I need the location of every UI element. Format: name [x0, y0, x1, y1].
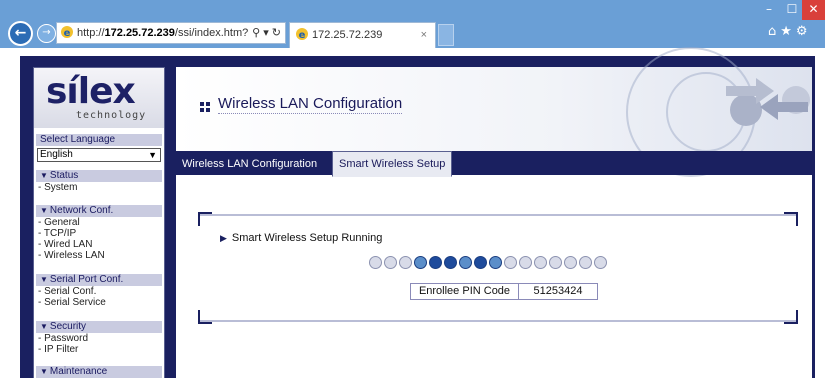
new-tab-button[interactable] — [438, 24, 454, 46]
search-icon[interactable]: ⚲ — [252, 27, 260, 39]
back-button[interactable]: ← — [8, 21, 33, 46]
triangle-down-icon: ▼ — [40, 367, 48, 376]
pin-code-label: Enrollee PIN Code — [411, 284, 519, 299]
progress-dot — [414, 256, 427, 269]
progress-dot — [459, 256, 472, 269]
sidebar-item-serial-conf[interactable]: - Serial Conf. — [38, 286, 96, 297]
tab-bar: Wireless LAN Configuration Smart Wireles… — [176, 151, 812, 177]
triangle-down-icon: ▼ — [40, 206, 48, 215]
sidebar-section-serial[interactable]: ▼ Serial Port Conf. — [36, 274, 162, 286]
ie-icon: e — [61, 26, 73, 39]
title-bullet-icon — [200, 102, 211, 113]
sidebar-item-system[interactable]: - System — [38, 182, 77, 193]
browser-tab[interactable]: e 172.25.72.239 × — [289, 22, 436, 48]
section-title: Network Conf. — [49, 205, 114, 216]
svg-text:e: e — [299, 30, 306, 41]
sidebar: sílex technology Select Language English… — [33, 67, 165, 378]
chevron-down-icon: ▼ — [148, 150, 157, 160]
progress-dot — [489, 256, 502, 269]
tab-smart-wireless-setup[interactable]: Smart Wireless Setup — [332, 151, 453, 177]
language-select[interactable]: English ▼ — [37, 148, 161, 162]
close-tab-icon[interactable]: × — [421, 23, 427, 47]
sidebar-item-password[interactable]: - Password — [38, 333, 88, 344]
section-title: Security — [49, 321, 87, 332]
section-title: Maintenance — [49, 366, 108, 377]
triangle-down-icon: ▼ — [40, 275, 48, 284]
progress-dot — [429, 256, 442, 269]
section-title: Status — [49, 170, 79, 181]
divider — [198, 320, 798, 322]
tab-title: 172.25.72.239 — [312, 29, 383, 41]
progress-dot — [399, 256, 412, 269]
select-language-heading: Select Language — [36, 134, 162, 146]
status-text: Smart Wireless Setup Running — [231, 232, 383, 244]
corner-bracket — [784, 310, 798, 324]
sidebar-item-wired-lan[interactable]: - Wired LAN — [38, 239, 92, 250]
corner-bracket — [198, 212, 212, 226]
divider — [198, 214, 798, 216]
logo-subtext: technology — [76, 110, 147, 121]
progress-dots — [369, 256, 609, 270]
logo-text: sílex — [46, 71, 136, 112]
progress-dot — [594, 256, 607, 269]
progress-dot — [564, 256, 577, 269]
address-bar[interactable]: e http://172.25.72.239/ssi/index.htm?pa … — [56, 22, 286, 44]
svg-text:e: e — [64, 28, 71, 39]
toolbar-icons[interactable]: ⌂★⚙ — [768, 24, 812, 39]
tab-wireless-lan-configuration[interactable]: Wireless LAN Configuration — [176, 153, 323, 175]
sidebar-item-serial-service[interactable]: - Serial Service — [38, 297, 106, 308]
sidebar-section-status[interactable]: ▼ Status — [36, 170, 162, 182]
language-value: English — [40, 149, 73, 160]
section-title: Serial Port Conf. — [49, 274, 124, 285]
progress-dot — [444, 256, 457, 269]
url-path: /ssi/index.htm?pa — [174, 27, 261, 39]
url-host: 172.25.72.239 — [104, 27, 175, 39]
wireless-arrows-graphic — [726, 78, 810, 126]
triangle-down-icon: ▼ — [40, 322, 48, 331]
progress-dot — [579, 256, 592, 269]
sidebar-item-ip-filter[interactable]: - IP Filter — [38, 344, 78, 355]
corner-bracket — [784, 212, 798, 226]
progress-dot — [369, 256, 382, 269]
sidebar-item-wireless-lan[interactable]: - Wireless LAN — [38, 250, 105, 261]
page-title: Wireless LAN Configuration — [218, 95, 403, 114]
arrow-left-icon: ← — [14, 25, 27, 41]
pin-code-table: Enrollee PIN Code 51253424 — [410, 283, 598, 300]
sidebar-section-network[interactable]: ▼ Network Conf. — [36, 205, 162, 217]
progress-dot — [549, 256, 562, 269]
address-tools: ⚲ ▾ ↻ — [249, 23, 281, 43]
main-content: Wireless LAN Configuration Wireless LAN … — [176, 47, 812, 378]
url-prefix: http:// — [77, 27, 105, 39]
browser-chrome: – ☐ ✕ ← → e http://172.25.72.239/ssi/ind… — [0, 0, 825, 48]
forward-button[interactable]: → — [37, 24, 56, 43]
status-message: ▶ Smart Wireless Setup Running — [220, 232, 382, 244]
close-window-button[interactable]: ✕ — [802, 0, 825, 20]
silex-logo: sílex technology — [34, 68, 164, 128]
pin-code-value: 51253424 — [533, 285, 583, 297]
maximize-button[interactable]: ☐ — [782, 0, 802, 20]
progress-dot — [534, 256, 547, 269]
header-banner: Wireless LAN Configuration — [176, 47, 812, 177]
corner-bracket — [198, 310, 212, 324]
status-panel: ▶ Smart Wireless Setup Running Enrollee P… — [198, 212, 798, 324]
triangle-down-icon: ▼ — [40, 171, 48, 180]
progress-dot — [519, 256, 532, 269]
ie-icon: e — [296, 28, 308, 41]
play-triangle-icon: ▶ — [220, 233, 227, 243]
sidebar-section-security[interactable]: ▼ Security — [36, 321, 162, 333]
progress-dot — [384, 256, 397, 269]
refresh-icon[interactable]: ↻ — [272, 27, 281, 39]
sidebar-section-maintenance[interactable]: ▼ Maintenance — [36, 366, 162, 378]
arrow-right-icon: → — [42, 27, 51, 38]
sidebar-item-tcpip[interactable]: - TCP/IP — [38, 228, 76, 239]
minimize-button[interactable]: – — [756, 0, 782, 20]
progress-dot — [474, 256, 487, 269]
sidebar-item-general[interactable]: - General — [38, 217, 80, 228]
progress-dot — [504, 256, 517, 269]
